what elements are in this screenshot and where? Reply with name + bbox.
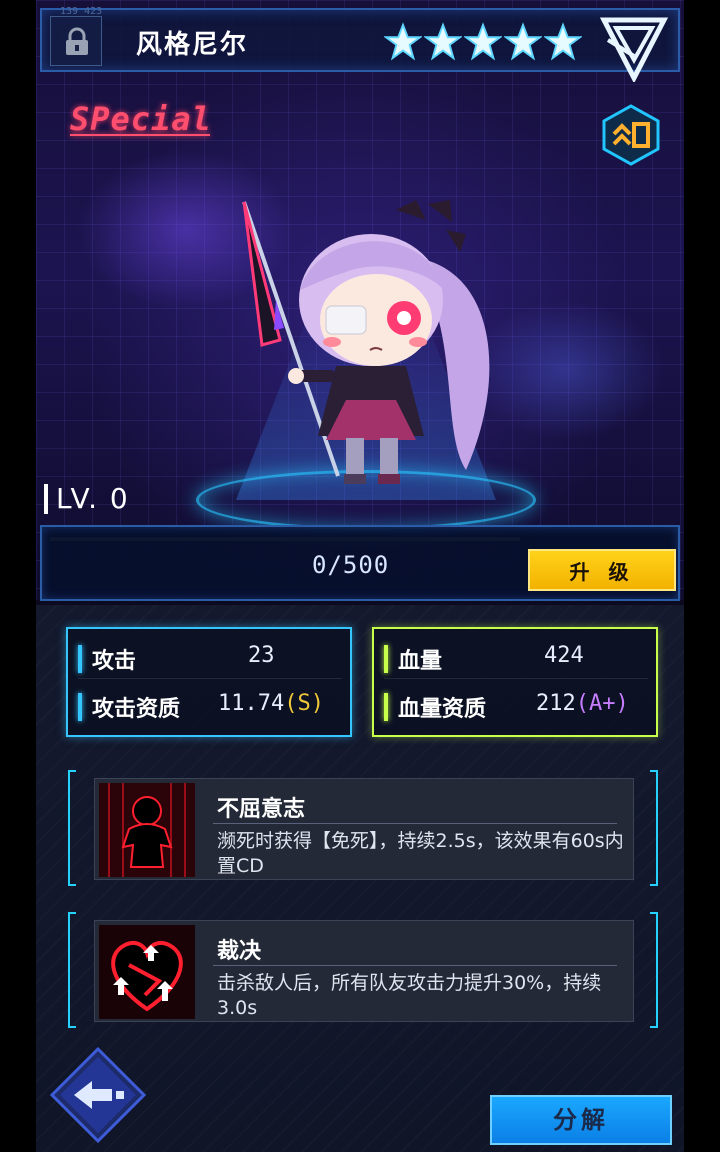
triangle-emblem-icon xyxy=(599,17,669,82)
silhouette-icon xyxy=(99,783,195,877)
star-icon xyxy=(544,22,582,61)
star-icon xyxy=(424,22,462,61)
character-detail-screen: 139 423 风格尼尔 SPecial LV. 0 0/500 升 级 攻击 … xyxy=(36,0,684,1152)
rarity-label: SPecial xyxy=(70,100,212,138)
character-stage: 139 423 风格尼尔 SPecial LV. 0 0/500 升 级 xyxy=(36,0,684,601)
skill-card[interactable]: 裁决 击杀敌人后，所有队友攻击力提升30%，持续3.0s xyxy=(68,912,658,1028)
hp-aptitude-label: 血量资质 xyxy=(398,697,487,722)
skill-title: 裁决 xyxy=(217,939,262,964)
broken-heart-arrows-icon xyxy=(99,925,195,1019)
hp-aptitude-value: 212 xyxy=(536,691,576,716)
star-rating xyxy=(384,22,582,62)
star-icon xyxy=(384,22,422,61)
experience-text: 0/500 xyxy=(312,551,390,579)
attack-stats: 攻击 23 攻击资质 11.74(S) xyxy=(66,627,352,737)
skill-description: 濒死时获得【免死】，持续2.5s，该效果有60s内置CD xyxy=(217,830,624,877)
character-sprite xyxy=(242,200,490,484)
attack-aptitude-value: 11.74 xyxy=(218,691,285,716)
experience-bar: 0/500 升 级 xyxy=(40,525,680,601)
attack-label: 攻击 xyxy=(92,649,137,674)
level-label: LV. 0 xyxy=(44,484,130,514)
upgrade-button[interactable]: 升 级 xyxy=(528,549,676,591)
header-bar: 139 423 风格尼尔 xyxy=(40,6,680,82)
decompose-button[interactable]: 分解 xyxy=(490,1095,672,1145)
back-button[interactable] xyxy=(50,1047,146,1143)
attack-aptitude-grade: (S) xyxy=(284,691,324,716)
details-panel: 攻击 23 攻击资质 11.74(S) 血量 424 血量资质 212(A+) … xyxy=(36,605,684,1152)
star-icon xyxy=(504,22,542,61)
star-icon xyxy=(464,22,502,61)
skill-description: 击杀敌人后，所有队友攻击力提升30%，持续3.0s xyxy=(217,972,602,1019)
skill-card[interactable]: 不屈意志 濒死时获得【免死】，持续2.5s，该效果有60s内置CD xyxy=(68,770,658,886)
attack-value: 23 xyxy=(248,643,275,668)
hp-value: 424 xyxy=(544,643,584,668)
character-name: 风格尼尔 xyxy=(136,30,249,60)
hp-aptitude-grade: (A+) xyxy=(575,691,629,716)
attack-aptitude-label: 攻击资质 xyxy=(92,697,181,722)
hp-label: 血量 xyxy=(398,649,443,674)
lock-icon xyxy=(66,27,88,55)
rank-up-badge[interactable] xyxy=(600,104,662,166)
hp-stats: 血量 424 血量资质 212(A+) xyxy=(372,627,658,737)
skill-title: 不屈意志 xyxy=(217,797,306,822)
lock-button[interactable] xyxy=(50,16,102,66)
